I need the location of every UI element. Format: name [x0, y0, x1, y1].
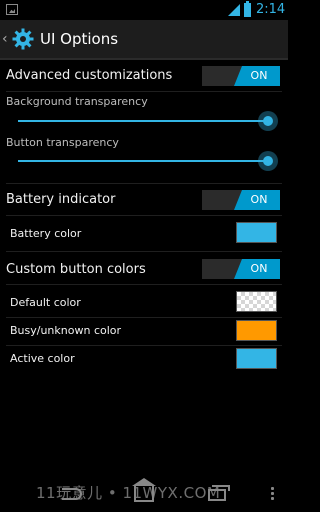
battery-indicator-label: Battery indicator	[6, 192, 116, 207]
divider	[6, 183, 282, 184]
page-title: UI Options	[40, 30, 119, 48]
default-color-swatch[interactable]	[236, 291, 277, 312]
advanced-customizations-toggle[interactable]: ON	[202, 66, 280, 86]
slider-track	[18, 120, 268, 122]
default-color-label: Default color	[10, 296, 81, 309]
battery-color-label: Battery color	[10, 227, 82, 240]
recent-apps-icon[interactable]	[208, 485, 230, 501]
button-transparency-label: Button transparency	[6, 136, 119, 149]
busy-unknown-color-label: Busy/unknown color	[10, 324, 122, 337]
divider	[6, 284, 282, 285]
background-transparency-slider[interactable]	[18, 109, 278, 133]
slider-track	[18, 160, 268, 162]
custom-button-colors-label: Custom button colors	[6, 262, 146, 277]
button-transparency-slider[interactable]	[18, 149, 278, 173]
battery-icon	[244, 1, 251, 17]
divider	[6, 317, 282, 318]
slider-thumb[interactable]	[258, 111, 278, 131]
active-color-label: Active color	[10, 352, 75, 365]
back-icon[interactable]	[62, 488, 82, 500]
advanced-customizations-label: Advanced customizations	[6, 68, 173, 83]
toggle-on-label: ON	[234, 259, 280, 279]
slider-thumb[interactable]	[258, 151, 278, 171]
gear-icon[interactable]	[11, 27, 35, 51]
battery-color-swatch[interactable]	[236, 222, 277, 243]
battery-indicator-toggle[interactable]: ON	[202, 190, 280, 210]
image-notification-icon	[6, 4, 18, 15]
status-bar: 2:14	[0, 0, 288, 20]
back-caret-icon[interactable]: ‹	[2, 31, 8, 47]
toggle-on-label: ON	[234, 190, 280, 210]
busy-unknown-color-swatch[interactable]	[236, 320, 277, 341]
divider	[6, 91, 282, 92]
action-bar[interactable]: ‹ UI Options	[0, 20, 288, 60]
overflow-menu-icon[interactable]	[271, 486, 274, 500]
signal-icon	[228, 4, 240, 16]
divider	[6, 215, 282, 216]
divider	[6, 251, 282, 252]
navigation-bar: 11玩意儿 • 11WYX.COM	[0, 476, 288, 512]
custom-button-colors-toggle[interactable]: ON	[202, 259, 280, 279]
clock: 2:14	[256, 2, 286, 17]
active-color-swatch[interactable]	[236, 348, 277, 369]
home-icon[interactable]	[134, 486, 154, 502]
divider	[6, 345, 282, 346]
toggle-on-label: ON	[234, 66, 280, 86]
background-transparency-label: Background transparency	[6, 95, 148, 108]
